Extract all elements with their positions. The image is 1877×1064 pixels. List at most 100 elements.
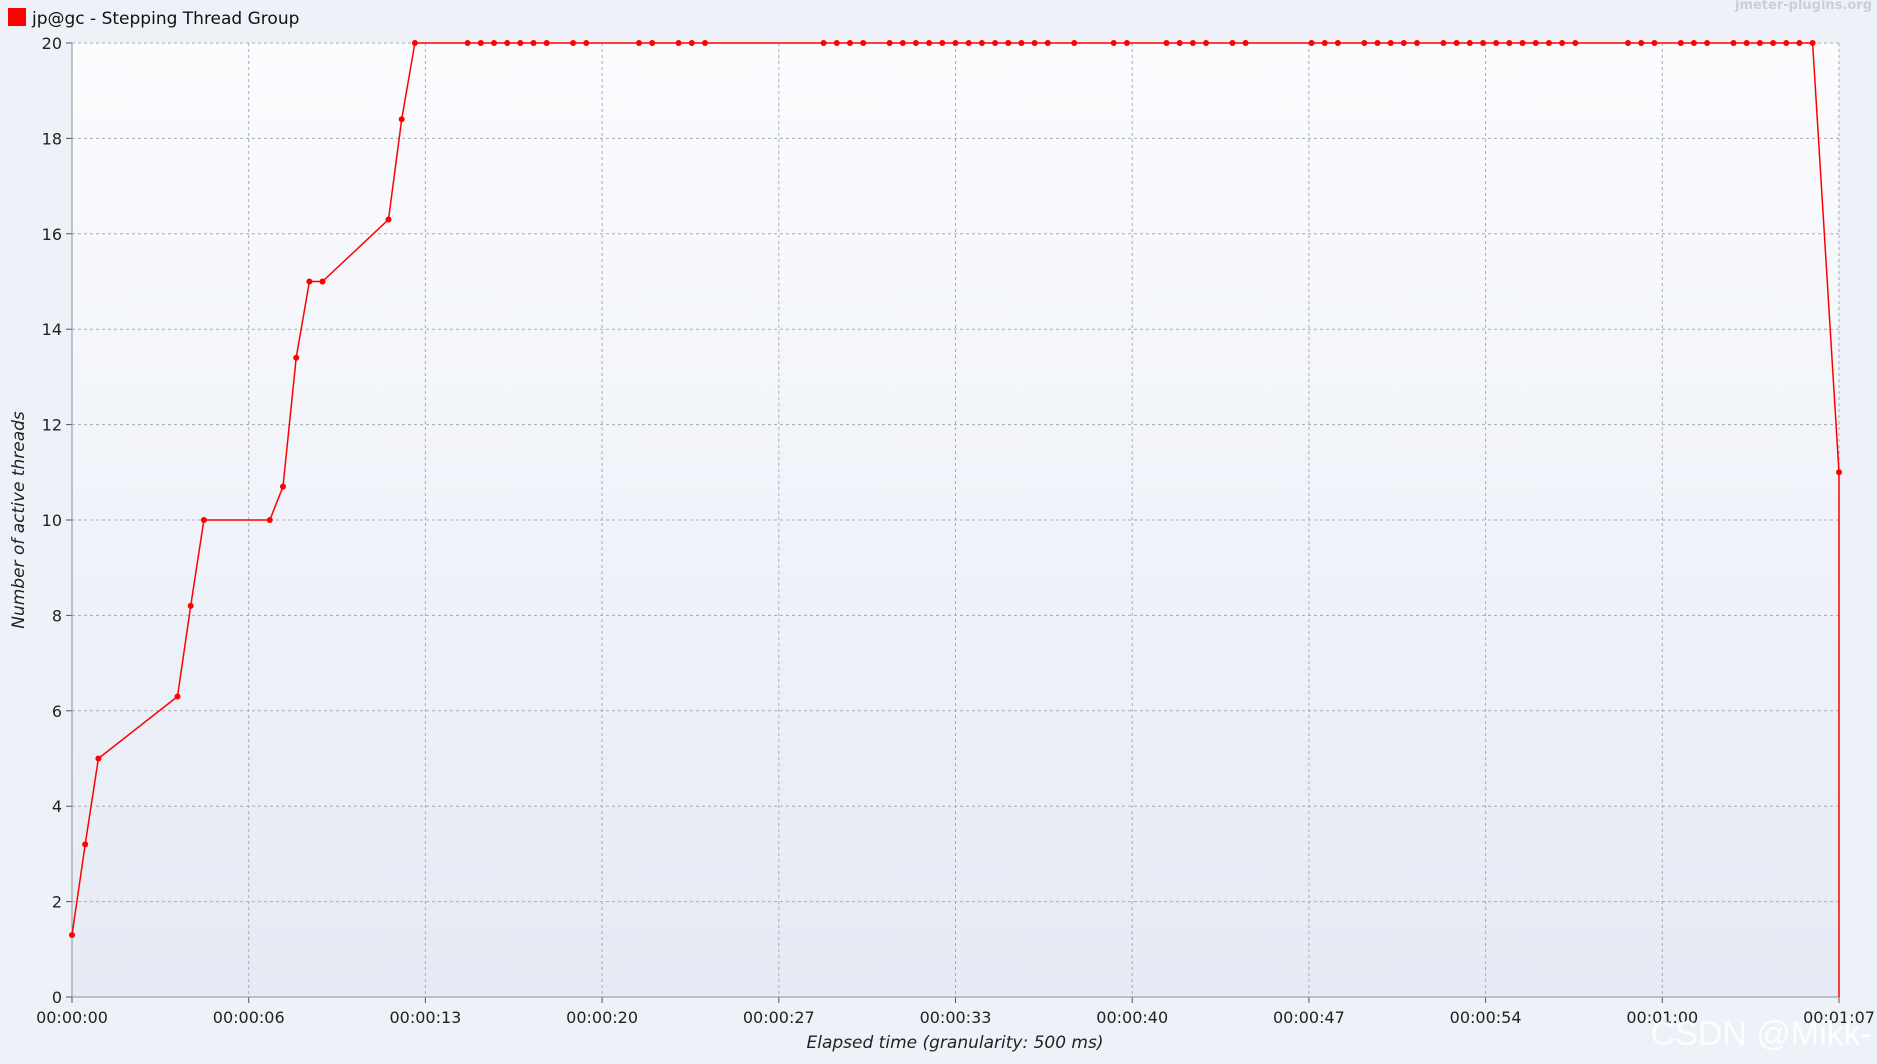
data-point (1110, 40, 1117, 46)
data-point (504, 40, 511, 46)
data-point (1374, 40, 1381, 46)
data-point (570, 40, 577, 46)
y-tick-label: 12 (42, 416, 62, 435)
y-tick-label: 6 (52, 702, 62, 721)
data-point (1625, 40, 1631, 46)
y-tick-label: 4 (52, 797, 62, 816)
data-point (1321, 40, 1328, 46)
y-tick-label: 20 (42, 34, 62, 53)
data-point (1809, 40, 1816, 46)
data-point (847, 40, 853, 46)
data-point (978, 40, 985, 46)
data-point (1242, 40, 1249, 46)
data-point (1519, 40, 1526, 46)
data-point (1677, 40, 1684, 46)
data-point (1005, 40, 1012, 46)
watermark: CSDN @Mikk- (1651, 1015, 1873, 1053)
data-point (319, 278, 326, 285)
data-point (1756, 40, 1763, 46)
data-point (491, 40, 497, 46)
data-point (530, 40, 537, 46)
data-point (992, 40, 999, 46)
legend-label: jp@gc - Stepping Thread Group (31, 9, 299, 29)
data-point (1770, 40, 1777, 46)
data-point (82, 841, 89, 848)
data-point (965, 40, 972, 46)
data-point (886, 40, 893, 46)
data-point (411, 40, 418, 46)
x-tick-label: 00:00:33 (920, 1008, 992, 1027)
y-tick-label: 0 (52, 988, 62, 1007)
x-tick-label: 00:00:13 (389, 1008, 461, 1027)
data-point (952, 40, 959, 46)
data-point (1493, 40, 1500, 46)
data-point (280, 483, 286, 490)
data-point (1783, 40, 1790, 46)
data-point (1163, 40, 1170, 46)
data-point (95, 755, 102, 762)
x-axis-title: Elapsed time (granularity: 500 ms) (807, 1033, 1104, 1053)
y-tick-label: 16 (42, 225, 62, 244)
data-point (1440, 40, 1447, 46)
data-point (1730, 40, 1737, 46)
data-point (1466, 40, 1473, 46)
data-point (688, 40, 695, 46)
x-tick-label: 00:00:47 (1273, 1008, 1345, 1027)
x-tick-label: 00:00:20 (566, 1008, 638, 1027)
data-point (1690, 40, 1697, 46)
data-point (1506, 40, 1513, 46)
data-point (1743, 40, 1750, 46)
data-point (517, 40, 524, 46)
data-point (1400, 40, 1407, 46)
data-point (69, 932, 75, 938)
data-point (1545, 40, 1552, 46)
data-point (1532, 40, 1539, 46)
data-point (833, 40, 840, 46)
data-point (1018, 40, 1025, 46)
data-point (1031, 40, 1038, 46)
y-axis-title: Number of active threads (9, 411, 29, 629)
data-point (860, 40, 867, 46)
data-point (912, 40, 919, 46)
y-tick-label: 10 (42, 511, 62, 530)
data-point (1572, 40, 1579, 46)
data-point (306, 278, 313, 285)
data-point (1189, 40, 1196, 46)
data-point (926, 40, 933, 46)
x-tick-label: 00:00:00 (36, 1008, 108, 1027)
data-point (1796, 40, 1803, 46)
data-point (1480, 40, 1486, 46)
data-point (1559, 40, 1566, 46)
legend: jp@gc - Stepping Thread Group (8, 8, 299, 29)
y-tick-label: 8 (52, 606, 62, 625)
brand-text: jmeter-plugins.org (1734, 0, 1872, 13)
y-tick-label: 2 (52, 893, 62, 912)
data-point (636, 40, 642, 46)
data-point (174, 693, 181, 700)
data-point (398, 116, 405, 123)
data-point (187, 602, 194, 609)
data-point (675, 40, 682, 46)
x-tick-label: 00:00:27 (743, 1008, 815, 1027)
data-point (266, 517, 273, 523)
data-point (1203, 40, 1209, 46)
data-point (1071, 40, 1078, 46)
data-point (1453, 40, 1460, 46)
data-point (1361, 40, 1368, 46)
data-point (1651, 40, 1658, 46)
data-point (649, 40, 656, 46)
data-point (200, 517, 207, 523)
active-threads-chart: 0 2 4 6 8 10 12 14 16 18 20 00:00:00 00:00:06 00:00:… (0, 0, 1877, 1064)
data-point (464, 40, 471, 46)
data-point (1387, 40, 1394, 46)
data-point (477, 40, 484, 46)
data-point (543, 40, 550, 46)
x-tick-label: 00:00:40 (1096, 1008, 1168, 1027)
data-point (1229, 40, 1236, 46)
data-point (1176, 40, 1183, 46)
y-tick-label: 18 (42, 129, 62, 148)
data-point (899, 40, 906, 46)
y-tick-label: 14 (42, 320, 62, 339)
data-point (583, 40, 590, 46)
data-point (1704, 40, 1711, 46)
